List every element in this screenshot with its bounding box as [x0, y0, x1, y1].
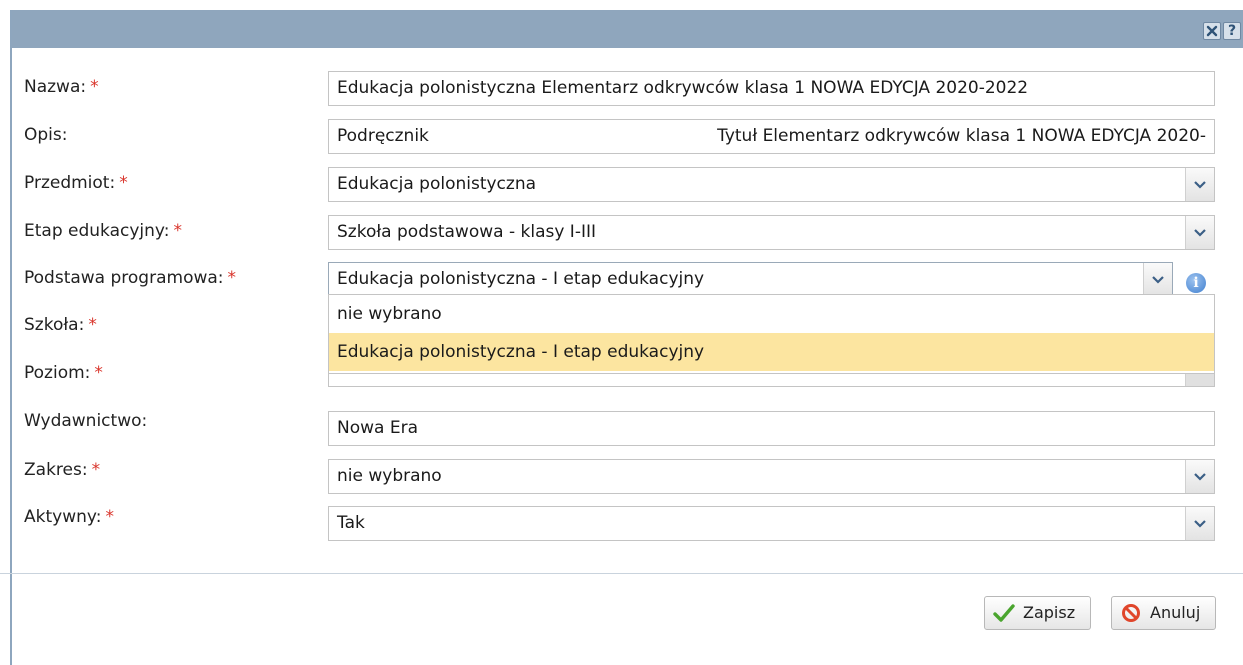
- select-button-edge: [1185, 374, 1214, 386]
- label-text: Nazwa:: [24, 77, 87, 97]
- label-etap: Etap edukacyjny: *: [24, 221, 182, 241]
- podstawa-select[interactable]: Edukacja polonistyczna - I etap edukacyj…: [328, 262, 1173, 297]
- aktywny-select[interactable]: Tak: [328, 506, 1215, 541]
- podstawa-value: Edukacja polonistyczna - I etap edukacyj…: [337, 269, 705, 289]
- chevron-down-icon[interactable]: [1185, 216, 1214, 249]
- opis-input[interactable]: Podręcznik Tytuł Elementarz odkrywców kl…: [328, 119, 1215, 154]
- label-poziom: Poziom: *: [24, 363, 103, 383]
- chevron-down-icon[interactable]: [1185, 460, 1214, 493]
- chevron-down-icon[interactable]: [1185, 507, 1214, 540]
- required-marker: *: [105, 507, 114, 527]
- label-podstawa: Podstawa programowa: *: [24, 268, 236, 288]
- label-nazwa: Nazwa: *: [24, 77, 99, 97]
- chevron-down-icon[interactable]: [1185, 168, 1214, 201]
- label-text: Przedmiot:: [24, 173, 116, 193]
- help-button[interactable]: ?: [1223, 22, 1241, 40]
- required-marker: *: [94, 363, 103, 383]
- close-button[interactable]: [1203, 22, 1221, 40]
- close-icon: [1206, 25, 1218, 37]
- label-aktywny: Aktywny: *: [24, 507, 114, 527]
- label-text: Poziom:: [24, 363, 91, 383]
- label-text: Szkoła:: [24, 315, 85, 335]
- cancel-button-label: Anuluj: [1150, 603, 1201, 622]
- poziom-select-edge[interactable]: [328, 374, 1215, 387]
- opis-value-left: Podręcznik: [337, 126, 429, 146]
- label-zakres: Zakres: *: [24, 460, 100, 480]
- required-marker: *: [88, 315, 97, 335]
- label-przedmiot: Przedmiot: *: [24, 173, 128, 193]
- footer-separator: [0, 573, 1243, 574]
- info-icon[interactable]: i: [1186, 273, 1206, 293]
- label-szkola: Szkoła: *: [24, 315, 97, 335]
- dropdown-option-highlighted[interactable]: Edukacja polonistyczna - I etap edukacyj…: [329, 333, 1214, 371]
- label-text: Wydawnictwo:: [24, 411, 148, 431]
- aktywny-value: Tak: [337, 513, 365, 533]
- checkmark-icon: [993, 602, 1015, 624]
- save-button[interactable]: Zapisz: [984, 596, 1091, 630]
- dialog-titlebar: ?: [12, 10, 1243, 48]
- etap-value: Szkoła podstawowa - klasy I-III: [337, 222, 596, 242]
- zakres-select[interactable]: nie wybrano: [328, 459, 1215, 494]
- opis-value-right: Tytuł Elementarz odkrywców klasa 1 NOWA …: [717, 126, 1206, 146]
- label-opis: Opis:: [24, 125, 67, 145]
- required-marker: *: [173, 221, 182, 241]
- cancel-button[interactable]: Anuluj: [1111, 596, 1216, 630]
- dropdown-option[interactable]: nie wybrano: [329, 295, 1214, 333]
- label-wydawnictwo: Wydawnictwo:: [24, 411, 147, 431]
- wydawnictwo-input[interactable]: Nowa Era: [328, 411, 1215, 446]
- zakres-value: nie wybrano: [337, 466, 442, 486]
- required-marker: *: [119, 173, 128, 193]
- label-text: Zakres:: [24, 460, 88, 480]
- podstawa-dropdown-list: nie wybrano Edukacja polonistyczna - I e…: [328, 294, 1215, 374]
- label-text: Etap edukacyjny:: [24, 221, 170, 241]
- przedmiot-select[interactable]: Edukacja polonistyczna: [328, 167, 1215, 202]
- label-text: Aktywny:: [24, 507, 102, 527]
- przedmiot-value: Edukacja polonistyczna: [337, 174, 537, 194]
- label-text: Opis:: [24, 125, 68, 145]
- required-marker: *: [227, 268, 237, 288]
- label-text: Podstawa programowa:: [24, 268, 224, 288]
- chevron-down-icon[interactable]: [1143, 263, 1172, 296]
- etap-select[interactable]: Szkoła podstawowa - klasy I-III: [328, 215, 1215, 250]
- required-marker: *: [90, 77, 99, 97]
- required-marker: *: [91, 460, 101, 480]
- save-button-label: Zapisz: [1023, 603, 1076, 622]
- cancel-icon: [1120, 602, 1142, 624]
- nazwa-input[interactable]: Edukacja polonistyczna Elementarz odkryw…: [328, 71, 1215, 106]
